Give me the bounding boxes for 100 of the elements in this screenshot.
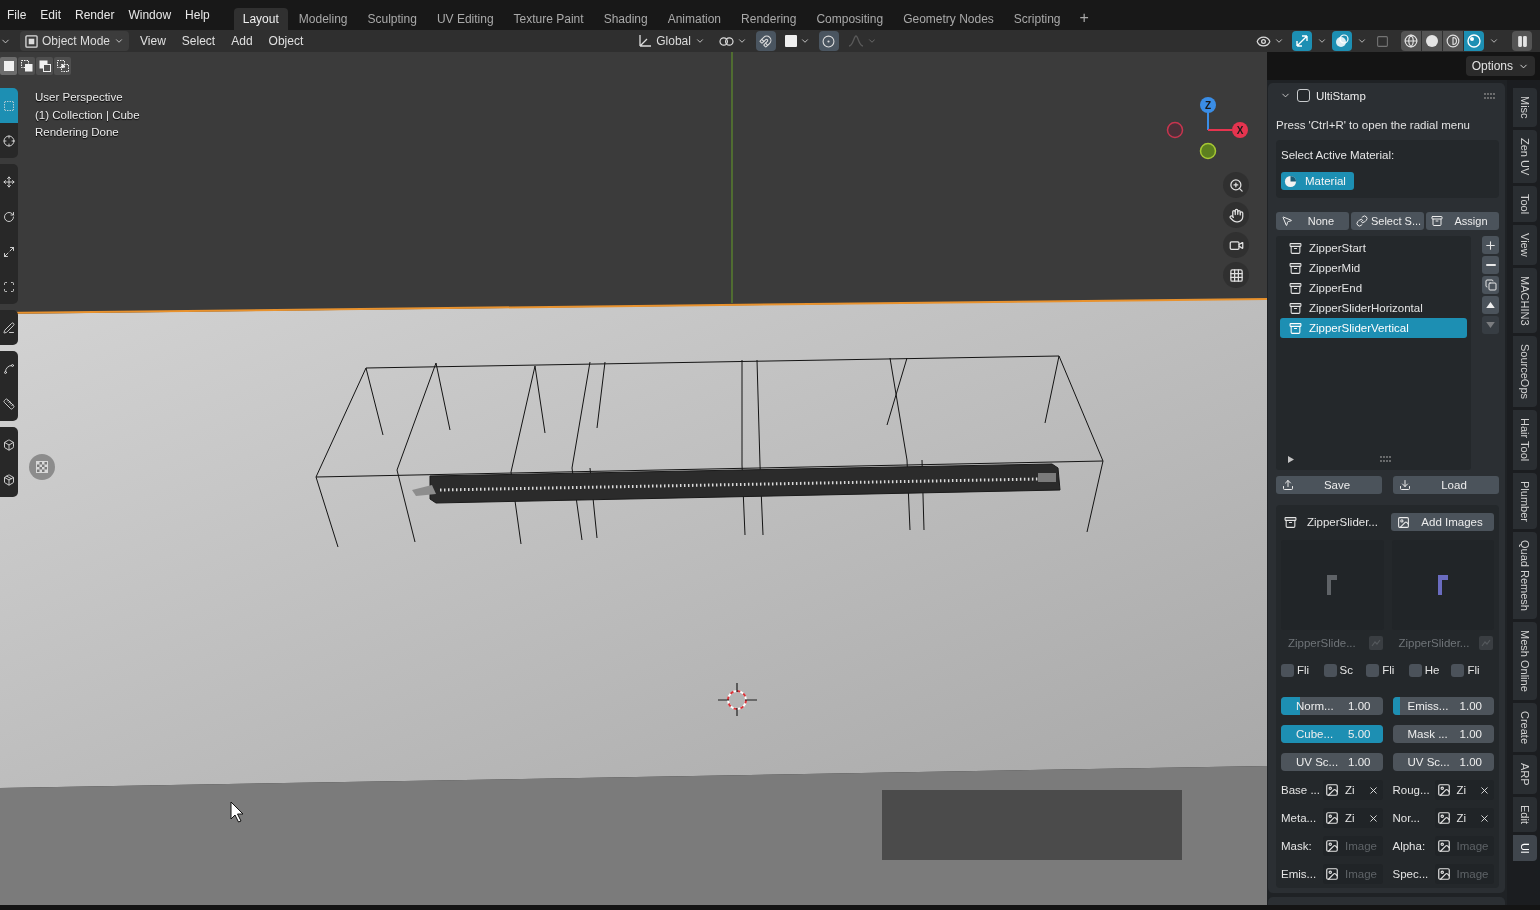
chevron-down-icon[interactable] (1489, 36, 1499, 46)
x-axis-handle[interactable]: X (1232, 122, 1248, 138)
assign-button[interactable]: Assign (1426, 212, 1499, 230)
tool-button[interactable] (0, 351, 18, 386)
x-icon[interactable] (1367, 812, 1379, 824)
resize-grip-icon[interactable] (1380, 456, 1391, 462)
menu-item[interactable]: Window (121, 5, 179, 25)
x-icon[interactable] (1479, 812, 1490, 824)
workspace-tab[interactable]: Geometry Nodes (894, 8, 1003, 30)
sidebar-tab[interactable]: Create (1513, 703, 1537, 753)
mode-dropdown[interactable]: Object Mode (20, 31, 130, 51)
workspace-tab[interactable]: Layout (233, 8, 288, 30)
sidebar-tab[interactable]: ARP (1513, 755, 1537, 794)
options-dropdown[interactable]: Options (1465, 56, 1535, 76)
workspace-tab[interactable]: Sculpting (358, 8, 426, 30)
slider[interactable]: Norm... 1.00 (1281, 697, 1383, 715)
image-field[interactable]: Zi (1323, 780, 1383, 800)
menu-item[interactable]: Object (260, 34, 312, 48)
material-button[interactable]: Material (1281, 172, 1354, 190)
selection-mode-button[interactable] (18, 57, 35, 75)
menu-item[interactable]: Add (223, 34, 261, 48)
y-axis-handle[interactable] (1199, 142, 1217, 160)
drag-grip-icon[interactable] (1484, 92, 1495, 99)
tool-button[interactable] (0, 462, 18, 497)
tool-button[interactable] (0, 386, 18, 421)
deselect-button[interactable]: None (1276, 212, 1349, 230)
proportional-toggle[interactable] (818, 31, 839, 51)
save-button[interactable]: Save (1276, 476, 1382, 494)
chevron-down-icon[interactable] (1317, 36, 1327, 46)
move-up-button[interactable] (1482, 296, 1499, 314)
workspace-tab[interactable]: Animation (658, 8, 731, 30)
workspace-tab[interactable]: Scripting (1004, 8, 1070, 30)
sidebar-tab[interactable]: Edit (1513, 796, 1537, 832)
workspace-tab[interactable]: UV Editing (427, 8, 503, 30)
checkbox[interactable] (1451, 663, 1465, 677)
workspace-tab[interactable]: Modeling (289, 8, 357, 30)
load-button[interactable]: Load (1393, 476, 1499, 494)
remove-button[interactable] (1482, 256, 1499, 274)
checkbox[interactable] (1297, 89, 1310, 102)
triangle-icon[interactable] (1288, 455, 1294, 463)
sidebar-tab[interactable]: View (1513, 225, 1537, 265)
sidebar-tab[interactable]: Misc (1513, 88, 1537, 127)
image-field[interactable]: Zi (1323, 808, 1383, 828)
copy-button[interactable] (1482, 276, 1499, 294)
tool-button[interactable] (0, 310, 18, 345)
pause-button[interactable] (1512, 31, 1532, 51)
sidebar-tab[interactable]: Tool (1513, 185, 1537, 223)
sidebar-tab[interactable]: Zen UV (1513, 129, 1537, 183)
orientation-dropdown[interactable]: Global (633, 31, 710, 51)
sidebar-tab[interactable]: Ul (1513, 834, 1537, 862)
number-field[interactable]: UV Sc... 1.00 (1281, 753, 1383, 771)
gizmo-toggle[interactable] (1292, 31, 1312, 51)
checkbox[interactable] (1366, 663, 1380, 677)
menu-item[interactable]: Render (68, 5, 122, 25)
add-workspace-button[interactable]: + (1071, 8, 1097, 30)
sidebar-tab[interactable]: SourceOps (1513, 336, 1537, 408)
checkbox[interactable] (1408, 663, 1422, 677)
list-item[interactable]: ZipperStart (1280, 238, 1467, 258)
z-axis-handle[interactable]: Z (1200, 97, 1216, 113)
workspace-tab[interactable]: Rendering (732, 8, 806, 30)
sidebar-tab[interactable]: MACHIN3 (1513, 267, 1537, 334)
workspace-tab[interactable]: Texture Paint (504, 8, 593, 30)
rendered-shading-button[interactable] (1464, 31, 1484, 51)
sidebar-tab[interactable]: Hair Tool (1513, 410, 1537, 470)
checkbox[interactable] (1281, 663, 1294, 677)
selection-mode-button[interactable] (36, 57, 53, 75)
menu-item[interactable]: Edit (33, 5, 69, 25)
add-images-button[interactable]: Add Images (1391, 513, 1494, 531)
number-field[interactable]: UV Sc... 1.00 (1392, 753, 1494, 771)
negative-x-handle[interactable] (1166, 121, 1184, 139)
menu-item[interactable]: Help (178, 5, 217, 25)
workspace-tab[interactable]: Shading (594, 8, 657, 30)
menu-item[interactable]: File (0, 5, 34, 25)
image-field[interactable]: Zi (1434, 808, 1494, 828)
selection-mode-button[interactable] (54, 57, 71, 75)
menu-item[interactable]: Select (173, 34, 224, 48)
list-item[interactable]: ZipperMid (1280, 258, 1467, 278)
slider[interactable]: Emiss... 1.00 (1392, 697, 1494, 715)
sidebar-tab[interactable]: Quad Remesh (1513, 532, 1537, 620)
sidebar-tab[interactable]: Plumber (1513, 472, 1537, 530)
checkbox[interactable] (1323, 663, 1337, 677)
wireframe-shading-button[interactable] (1401, 31, 1421, 51)
menu-item[interactable]: View (132, 34, 174, 48)
solid-shading-button[interactable] (1422, 31, 1442, 51)
material-shading-button[interactable] (1443, 31, 1463, 51)
overlays-toggle[interactable] (1332, 31, 1352, 51)
image-field[interactable]: Zi (1434, 780, 1494, 800)
list-item[interactable]: ZipperSliderVertical (1280, 318, 1467, 338)
workspace-tab[interactable]: Compositing (807, 8, 893, 30)
x-icon[interactable] (1367, 784, 1379, 796)
tool-button[interactable] (0, 123, 18, 158)
number-field[interactable]: Mask ... 1.00 (1392, 725, 1494, 743)
list-item[interactable]: ZipperEnd (1280, 278, 1467, 298)
sidebar-tab[interactable]: Mesh Online (1513, 622, 1537, 701)
snap-toggle[interactable] (755, 31, 776, 51)
select-button[interactable]: Select S... (1350, 212, 1425, 230)
x-icon[interactable] (1479, 784, 1490, 796)
tool-button[interactable] (0, 427, 18, 462)
chevron-down-icon[interactable] (1357, 36, 1367, 46)
list-item[interactable]: ZipperSliderHorizontal (1280, 298, 1467, 318)
